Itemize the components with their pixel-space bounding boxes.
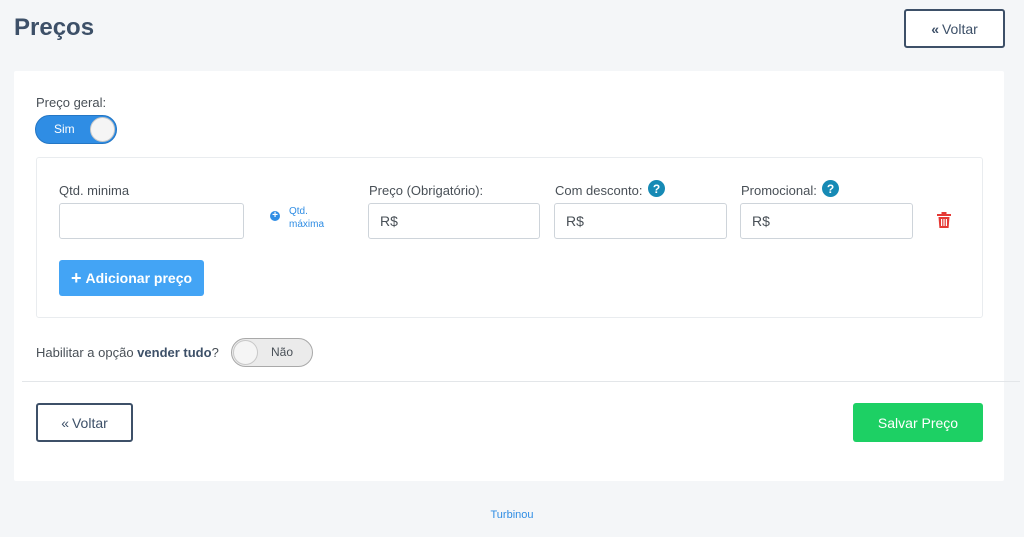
plus-circle-icon: + [270,211,280,221]
save-price-button[interactable]: Salvar Preço [853,403,983,442]
min-qty-input[interactable] [59,203,244,239]
question-circle-icon[interactable]: ? [822,180,839,197]
chevrons-left-icon: « [931,20,939,37]
general-price-toggle[interactable]: Sim [35,115,117,144]
add-price-button[interactable]: + Adicionar preço [59,260,204,296]
sell-all-label-bold: vender tudo [137,345,212,360]
price-input[interactable]: R$ [368,203,540,239]
price-label: Preço (Obrigatório): [369,183,484,198]
plus-icon: + [70,267,82,288]
toggle-knob [233,340,258,365]
bottom-back-button[interactable]: « Voltar [36,403,133,442]
question-circle-icon[interactable]: ? [648,180,665,197]
general-price-label: Preço geral: [36,95,107,110]
sell-all-label: Habilitar a opção vender tudo? [36,345,219,360]
footer-link[interactable]: Turbinou [0,509,1024,521]
price-row-box: Qtd. minima + Qtd. máxima Preço (Obrigat… [36,157,983,318]
sell-all-label-prefix: Habilitar a opção [36,345,138,360]
trash-icon[interactable] [937,212,951,228]
toggle-knob [90,117,115,142]
promo-input[interactable]: R$ [740,203,913,239]
general-price-toggle-label: Sim [54,122,75,136]
min-qty-label: Qtd. minima [59,183,130,198]
top-back-button[interactable]: « Voltar [904,9,1005,48]
page-title: Preços [14,14,95,41]
chevrons-left-icon: « [61,414,69,431]
sell-all-label-suffix: ? [211,345,219,360]
sell-all-toggle-label: Não [270,345,293,359]
add-max-qty-line1: Qtd. [289,206,308,217]
promo-label: Promocional: [741,183,817,198]
add-price-label: Adicionar preço [85,270,193,286]
bottom-back-label: Voltar [71,414,108,431]
sell-all-toggle[interactable]: Não [231,338,313,367]
discount-input[interactable]: R$ [554,203,727,239]
top-back-label: Voltar [941,20,978,37]
discount-label: Com desconto: [555,183,643,198]
add-max-qty-link[interactable]: + Qtd. máxima [270,205,324,231]
divider [22,381,1020,382]
add-max-qty-line2: máxima [289,219,325,230]
